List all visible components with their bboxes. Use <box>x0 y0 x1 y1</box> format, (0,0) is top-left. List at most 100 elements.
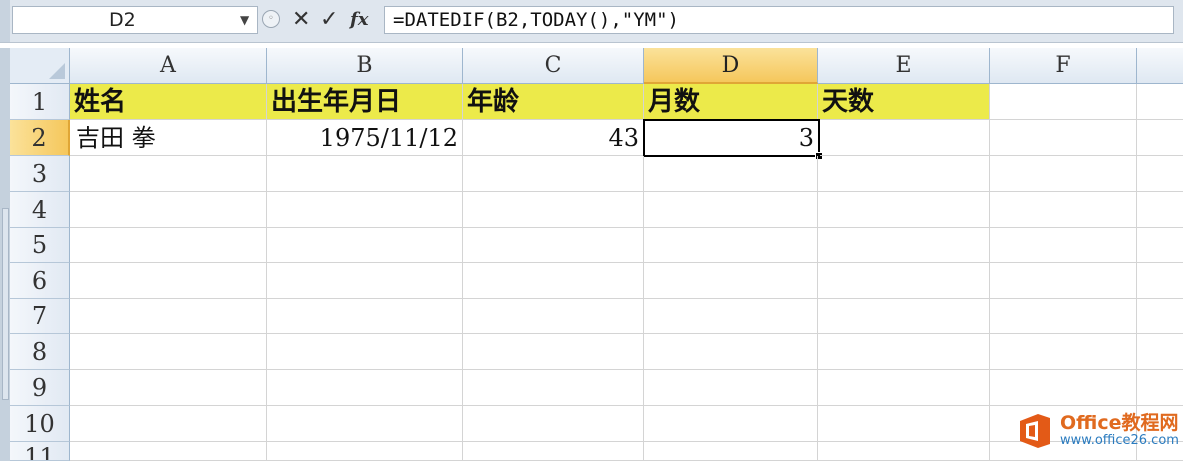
cell-empty[interactable] <box>1137 192 1183 228</box>
cell-empty[interactable] <box>463 228 644 263</box>
expand-handle-icon[interactable]: ◦ <box>262 10 280 28</box>
cell-empty[interactable] <box>644 406 818 442</box>
cell-empty[interactable] <box>70 442 267 461</box>
cell-empty[interactable] <box>463 192 644 228</box>
column-header-e[interactable]: E <box>818 48 990 84</box>
cell-empty[interactable] <box>818 228 990 263</box>
cell-d2-active[interactable]: 3 <box>643 119 820 157</box>
name-box[interactable]: D2 ▼ <box>12 6 258 34</box>
cell-empty[interactable] <box>267 299 463 334</box>
cell-empty[interactable] <box>1137 263 1183 299</box>
cell-empty[interactable] <box>1137 334 1183 370</box>
cell-empty[interactable] <box>644 334 818 370</box>
cell-empty[interactable] <box>644 442 818 461</box>
check-icon[interactable]: ✓ <box>320 6 338 34</box>
cell-empty[interactable] <box>818 156 990 192</box>
cell-empty[interactable] <box>70 406 267 442</box>
cell-c2[interactable]: 43 <box>463 120 644 156</box>
cell-empty[interactable] <box>990 156 1137 192</box>
cell-empty[interactable] <box>1137 370 1183 406</box>
formula-input[interactable]: =DATEDIF(B2,TODAY(),"YM") <box>384 6 1174 34</box>
cell-empty[interactable] <box>463 263 644 299</box>
row-header-6[interactable]: 6 <box>10 263 70 299</box>
cell-empty[interactable] <box>70 334 267 370</box>
row-header-5[interactable]: 5 <box>10 228 70 263</box>
column-header-d[interactable]: D <box>644 48 818 84</box>
cell-empty[interactable] <box>990 192 1137 228</box>
row-header-8[interactable]: 8 <box>10 334 70 370</box>
cell-b2[interactable]: 1975/11/12 <box>267 120 463 156</box>
cell-b1[interactable]: 出生年月日 <box>267 84 463 120</box>
row-header-10[interactable]: 10 <box>10 406 70 442</box>
cell-empty[interactable] <box>267 406 463 442</box>
cell-empty[interactable] <box>818 406 990 442</box>
close-icon[interactable]: ✕ <box>292 6 310 34</box>
row-header-2[interactable]: 2 <box>10 120 70 156</box>
cell-empty[interactable] <box>463 370 644 406</box>
cell-empty[interactable] <box>463 442 644 461</box>
scrollbar-thumb[interactable] <box>2 208 9 400</box>
cell-empty[interactable] <box>990 263 1137 299</box>
cell-empty[interactable] <box>70 263 267 299</box>
cell-empty[interactable] <box>70 192 267 228</box>
cell-empty[interactable] <box>1137 156 1183 192</box>
cell-empty[interactable] <box>644 228 818 263</box>
column-header-a[interactable]: A <box>70 48 267 84</box>
cell-empty[interactable] <box>267 334 463 370</box>
cell-empty[interactable] <box>267 263 463 299</box>
cell-empty[interactable] <box>463 406 644 442</box>
cell-a2[interactable]: 吉田 拳 <box>70 120 267 156</box>
column-header-c[interactable]: C <box>463 48 644 84</box>
cell-empty[interactable] <box>70 299 267 334</box>
cell-c1[interactable]: 年龄 <box>463 84 644 120</box>
cell-empty[interactable] <box>267 228 463 263</box>
cell-empty[interactable] <box>463 299 644 334</box>
column-header-b[interactable]: B <box>267 48 463 84</box>
cell-empty[interactable] <box>267 156 463 192</box>
cell-empty[interactable] <box>267 192 463 228</box>
cell-empty[interactable] <box>463 334 644 370</box>
cell-empty[interactable] <box>818 263 990 299</box>
cell-empty[interactable] <box>644 299 818 334</box>
cell-empty[interactable] <box>463 156 644 192</box>
cell-empty[interactable] <box>990 228 1137 263</box>
cell-g1[interactable] <box>1137 84 1183 120</box>
cell-empty[interactable] <box>990 334 1137 370</box>
row-header-4[interactable]: 4 <box>10 192 70 228</box>
cell-empty[interactable] <box>818 299 990 334</box>
cell-empty[interactable] <box>644 192 818 228</box>
cell-empty[interactable] <box>818 192 990 228</box>
left-scrollbar[interactable] <box>0 48 10 461</box>
column-header-overflow[interactable] <box>1137 48 1183 84</box>
cell-empty[interactable] <box>1137 299 1183 334</box>
select-all-corner[interactable] <box>10 48 70 84</box>
cell-empty[interactable] <box>70 228 267 263</box>
cell-g2[interactable] <box>1137 120 1183 156</box>
cell-e2[interactable] <box>820 120 990 156</box>
cell-empty[interactable] <box>644 370 818 406</box>
cell-empty[interactable] <box>267 370 463 406</box>
cell-empty[interactable] <box>644 263 818 299</box>
row-header-11[interactable]: 11 <box>10 442 70 461</box>
cell-empty[interactable] <box>267 442 463 461</box>
cell-empty[interactable] <box>990 299 1137 334</box>
row-header-9[interactable]: 9 <box>10 370 70 406</box>
chevron-down-icon[interactable]: ▼ <box>240 7 249 33</box>
cell-empty[interactable] <box>644 156 818 192</box>
cell-empty[interactable] <box>818 442 990 461</box>
cell-f2[interactable] <box>990 120 1137 156</box>
column-header-f[interactable]: F <box>990 48 1137 84</box>
cell-a1[interactable]: 姓名 <box>70 84 267 120</box>
row-header-1[interactable]: 1 <box>10 84 70 120</box>
cell-empty[interactable] <box>70 156 267 192</box>
cell-empty[interactable] <box>990 370 1137 406</box>
cell-e1[interactable]: 天数 <box>818 84 990 120</box>
cell-f1[interactable] <box>990 84 1137 120</box>
cell-empty[interactable] <box>818 334 990 370</box>
cell-empty[interactable] <box>70 370 267 406</box>
cell-empty[interactable] <box>1137 228 1183 263</box>
row-header-3[interactable]: 3 <box>10 156 70 192</box>
cell-empty[interactable] <box>818 370 990 406</box>
cell-d1[interactable]: 月数 <box>644 84 818 120</box>
row-header-7[interactable]: 7 <box>10 299 70 334</box>
